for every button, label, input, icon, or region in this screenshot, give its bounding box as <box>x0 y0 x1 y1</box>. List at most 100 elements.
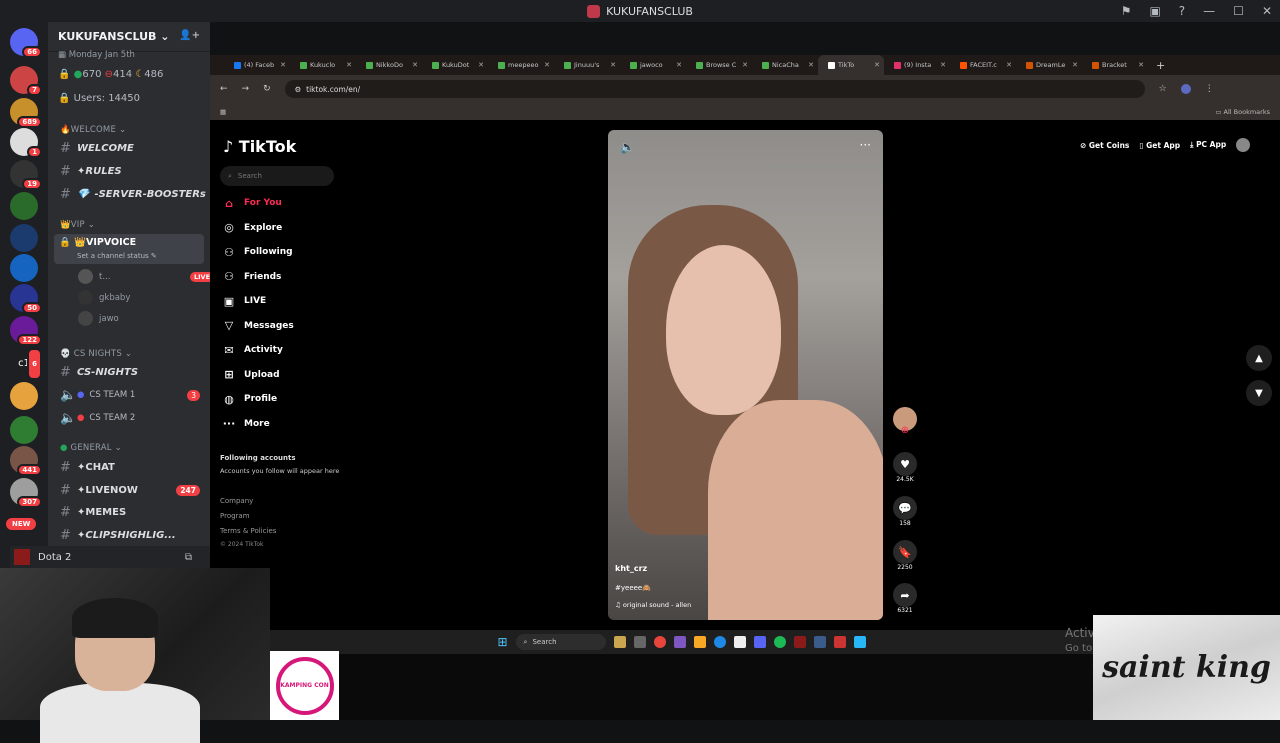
tab-close-icon[interactable]: ✕ <box>478 61 484 69</box>
guild-icon[interactable] <box>10 416 38 444</box>
apps-icon[interactable]: ▦ <box>220 108 226 116</box>
taskbar-search[interactable]: ⌕ Search <box>515 634 606 650</box>
task-view-icon[interactable] <box>633 636 646 648</box>
creator-avatar[interactable]: ⊕ <box>891 407 919 436</box>
nav-item[interactable]: ⚇ Friends <box>222 270 281 284</box>
profile-icon[interactable] <box>1180 84 1191 94</box>
channel-chat[interactable]: # ✦CHAT <box>60 457 206 477</box>
nav-item[interactable]: ⚇ Following <box>222 245 293 259</box>
store-icon[interactable] <box>733 636 746 648</box>
help-icon[interactable]: ? <box>1179 4 1185 18</box>
guild-icon[interactable]: 1 <box>10 128 42 158</box>
nav-item[interactable]: ⊞ Upload <box>222 368 279 382</box>
url-field[interactable]: ⚙ tiktok.com/en/ <box>284 80 1145 98</box>
server-header[interactable]: KUKUFANSCLUB ⌄ 👤+ <box>48 22 210 52</box>
browser-tab[interactable]: meepeeo ✕ <box>488 55 554 75</box>
copilot-icon[interactable] <box>673 636 686 648</box>
screen-share-icon[interactable]: ⧉ <box>185 552 192 563</box>
tab-close-icon[interactable]: ✕ <box>742 61 748 69</box>
star-icon[interactable]: ☆ <box>1159 84 1167 94</box>
nav-item[interactable]: ▣ LIVE <box>222 294 266 308</box>
tab-close-icon[interactable]: ✕ <box>808 61 814 69</box>
category-general[interactable]: ● GENERAL ⌄ <box>60 443 122 453</box>
edge-icon[interactable] <box>713 636 726 648</box>
nav-item[interactable]: ··· More <box>222 417 270 431</box>
channel-cs-team-1[interactable]: 🔈 ● CS TEAM 1 3 <box>60 385 206 405</box>
search-input[interactable]: ⌕ Search <box>220 166 334 186</box>
browser-tab[interactable]: (9) Insta ✕ <box>884 55 950 75</box>
pc-app-button[interactable]: ⤓ PC App <box>1190 140 1226 150</box>
menu-icon[interactable]: ⋮ <box>1205 84 1214 94</box>
video-username[interactable]: kht_crz <box>615 564 647 573</box>
guild-icon[interactable] <box>10 192 38 220</box>
footer-link[interactable]: Program <box>220 512 250 520</box>
browser-tab[interactable]: NicaCha ✕ <box>752 55 818 75</box>
flag-icon[interactable]: ⚑ <box>1121 4 1132 18</box>
channel-boosters[interactable]: # 💎 -SERVER-BOOSTERs <box>60 184 206 204</box>
footer-link[interactable]: Company <box>220 497 253 505</box>
tab-close-icon[interactable]: ✕ <box>874 61 880 69</box>
tiktok-logo[interactable]: ♪ TikTok <box>223 137 296 156</box>
like-button[interactable]: ♥ 24.5K <box>891 452 919 483</box>
voice-user[interactable]: t... LIVE <box>78 269 210 284</box>
browser-tab[interactable]: (4) Faceb ✕ <box>224 55 290 75</box>
get-coins-button[interactable]: ⊘ Get Coins <box>1080 141 1129 150</box>
app-icon[interactable] <box>833 636 846 648</box>
guild-icon[interactable]: 7 <box>10 66 42 96</box>
guild-icon[interactable]: 122 <box>10 316 42 346</box>
channel-status[interactable]: Set a channel status ✎ <box>77 252 157 260</box>
voice-user[interactable]: jawo <box>78 311 119 326</box>
nav-item[interactable]: ◍ Profile <box>222 392 277 406</box>
tab-close-icon[interactable]: ✕ <box>544 61 550 69</box>
guild-icon[interactable]: c1 6 <box>10 348 42 380</box>
user-avatar[interactable] <box>1236 138 1251 152</box>
browser-tab[interactable]: Bracket ✕ <box>1082 55 1148 75</box>
nav-item[interactable]: ⌂ For You <box>222 196 282 210</box>
new-badge[interactable]: NEW <box>6 518 37 530</box>
widget-icon[interactable] <box>613 636 626 648</box>
guild-icon[interactable] <box>10 382 38 410</box>
follow-plus-icon[interactable]: ⊕ <box>901 425 909 436</box>
tab-close-icon[interactable]: ✕ <box>1072 61 1078 69</box>
spotify-icon[interactable] <box>773 636 786 648</box>
guild-icon[interactable]: 307 <box>10 478 42 508</box>
windows-start-icon[interactable]: ⊞ <box>497 635 507 649</box>
dota-icon[interactable] <box>793 636 806 648</box>
save-button[interactable]: 🔖 2250 <box>891 540 919 571</box>
channel-cs-team-2[interactable]: 🔈 ● CS TEAM 2 <box>60 408 206 428</box>
back-icon[interactable]: ← <box>220 84 228 94</box>
activity-bar[interactable]: Dota 2 ⧉ <box>10 546 210 568</box>
comment-button[interactable]: 💬 158 <box>891 496 919 527</box>
tab-close-icon[interactable]: ✕ <box>280 61 286 69</box>
volume-icon[interactable]: 🔈 <box>620 140 635 154</box>
tab-close-icon[interactable]: ✕ <box>610 61 616 69</box>
discord-home-icon[interactable]: 66 <box>10 28 42 58</box>
share-button[interactable]: ➦ 6321 <box>891 583 919 614</box>
guild-icon[interactable]: 689 <box>10 98 42 128</box>
channel-clips[interactable]: # ✦CLIPSHIGHLIG... <box>60 525 206 545</box>
guild-icon[interactable]: 441 <box>10 446 42 476</box>
channel-vipvoice[interactable]: 🔒 👑VIPVOICE Set a channel status ✎ <box>54 234 204 264</box>
guild-icon[interactable] <box>10 254 38 282</box>
get-app-button[interactable]: ▯ Get App <box>1139 141 1180 150</box>
guild-icon[interactable] <box>10 224 38 252</box>
minimize-button[interactable]: — <box>1203 4 1215 18</box>
all-bookmarks[interactable]: ▭ All Bookmarks <box>1215 108 1270 116</box>
browser-tab[interactable]: Jinuuu's ✕ <box>554 55 620 75</box>
tab-close-icon[interactable]: ✕ <box>676 61 682 69</box>
close-button[interactable]: ✕ <box>1262 4 1272 18</box>
browser-tab[interactable]: DreamLe ✕ <box>1016 55 1082 75</box>
discord-icon[interactable] <box>753 636 766 648</box>
tab-close-icon[interactable]: ✕ <box>940 61 946 69</box>
new-tab-button[interactable]: + <box>1156 59 1165 72</box>
reload-icon[interactable]: ↻ <box>263 84 271 94</box>
guild-icon[interactable]: 19 <box>10 160 42 190</box>
browser-tab[interactable]: Kukuclo ✕ <box>290 55 356 75</box>
inbox-icon[interactable]: ▣ <box>1149 4 1160 18</box>
video-sound[interactable]: ♫ original sound - allen <box>615 601 691 609</box>
channel-welcome[interactable]: # WELCOME <box>60 138 206 158</box>
tab-close-icon[interactable]: ✕ <box>1006 61 1012 69</box>
add-user-icon[interactable]: 👤+ <box>179 30 200 41</box>
tab-close-icon[interactable]: ✕ <box>412 61 418 69</box>
forward-icon[interactable]: → <box>242 84 250 94</box>
